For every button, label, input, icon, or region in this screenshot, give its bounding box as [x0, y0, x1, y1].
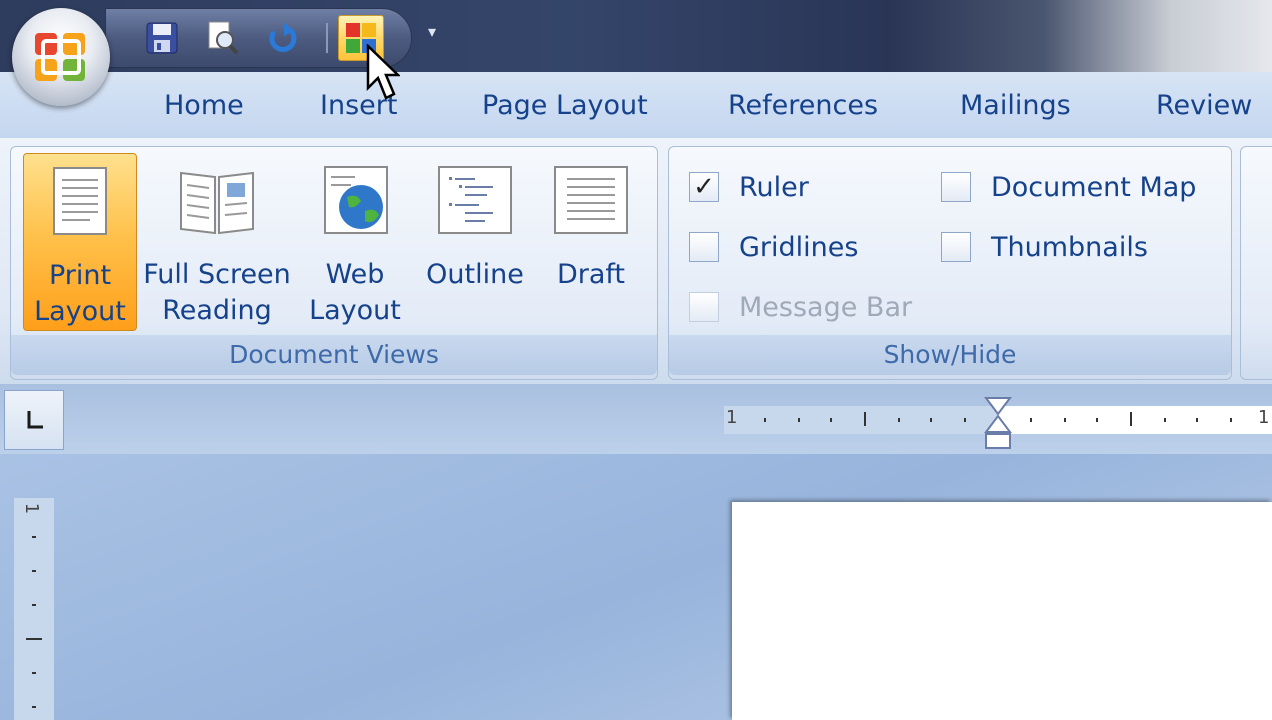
message-bar-label: Message Bar [739, 291, 913, 323]
label-line-1: Draft [556, 259, 626, 290]
outline-label: Outline [417, 257, 533, 293]
ruler-number-right: 1 [1258, 407, 1270, 428]
mouse-cursor-icon [366, 44, 400, 100]
document-map-label: Document Map [991, 171, 1197, 203]
customize-qat-button[interactable]: ▾ [428, 22, 436, 41]
tab-references[interactable]: References [728, 90, 878, 121]
tab-review[interactable]: Review [1156, 90, 1252, 121]
zoom-group-partial [1240, 146, 1272, 380]
ruler-tick [964, 418, 966, 422]
undo-button[interactable] [262, 18, 302, 58]
label-line-2: Reading [162, 295, 272, 326]
thumbnails-label: Thumbnails [991, 231, 1148, 263]
document-map-checkbox[interactable] [941, 172, 971, 202]
save-icon [146, 22, 178, 54]
ruler-tick [32, 536, 36, 538]
label-line-1: Web [325, 259, 385, 290]
tab-stop-selector[interactable] [4, 390, 64, 450]
draft-icon [554, 166, 628, 234]
ruler-tick [1064, 418, 1066, 422]
ruler-tick [1096, 418, 1098, 422]
ruler-tick [864, 412, 866, 426]
qat-separator [326, 23, 328, 53]
indent-marker-icon[interactable] [984, 396, 1012, 452]
ruler-tick [1230, 418, 1232, 422]
message-bar-checkbox [689, 292, 719, 322]
ruler-tick [32, 706, 36, 708]
office-logo-icon [35, 33, 85, 81]
document-views-group: Print Layout Full Screen Reading Web Lay… [10, 146, 658, 380]
gridlines-label: Gridlines [739, 231, 859, 263]
outline-icon [438, 166, 512, 234]
thumbnails-checkbox-row[interactable]: Thumbnails [941, 229, 1148, 265]
thumbnails-checkbox[interactable] [941, 232, 971, 262]
ribbon-tabs: Home Insert Page Layout References Maili… [0, 72, 1272, 138]
ruler-number-left: 1 [726, 407, 738, 428]
draft-button[interactable]: Draft [539, 153, 643, 329]
full-screen-reading-button[interactable]: Full Screen Reading [141, 153, 293, 329]
open-book-icon [180, 171, 254, 235]
tab-page-layout[interactable]: Page Layout [482, 90, 648, 121]
draft-label: Draft [539, 257, 643, 293]
left-tab-icon [27, 411, 43, 429]
label-line-1: Full Screen [143, 259, 291, 290]
ruler-tick [930, 418, 932, 422]
ruler-checkbox[interactable]: ✓ [689, 172, 719, 202]
ruler-label: Ruler [739, 171, 809, 203]
full-screen-reading-label: Full Screen Reading [141, 257, 293, 329]
print-preview-button[interactable] [202, 18, 242, 58]
print-layout-button[interactable]: Print Layout [23, 153, 137, 331]
ruler-tick [32, 570, 36, 572]
label-line-1: Outline [426, 259, 524, 290]
vertical-ruler[interactable]: 1 [14, 498, 54, 720]
document-map-checkbox-row[interactable]: Document Map [941, 169, 1196, 205]
tab-mailings[interactable]: Mailings [960, 90, 1071, 121]
save-button[interactable] [142, 18, 182, 58]
print-layout-icon [53, 167, 107, 235]
ruler-checkbox-row[interactable]: ✓ Ruler [689, 169, 809, 205]
web-layout-label: Web Layout [299, 257, 411, 329]
gridlines-checkbox[interactable] [689, 232, 719, 262]
office-button[interactable] [12, 8, 110, 106]
ruler-tick [764, 418, 766, 422]
ruler-tick [798, 418, 800, 422]
web-layout-icon [324, 166, 388, 234]
document-page[interactable] [732, 502, 1272, 720]
ruler-tick [1164, 418, 1166, 422]
ruler-tick [1196, 418, 1198, 422]
ribbon: Print Layout Full Screen Reading Web Lay… [0, 138, 1272, 384]
ruler-tick [26, 638, 42, 640]
gridlines-checkbox-row[interactable]: Gridlines [689, 229, 858, 265]
show-hide-group-label: Show/Hide [669, 335, 1231, 375]
label-line-2: Layout [34, 296, 126, 327]
print-layout-label: Print Layout [24, 258, 136, 330]
horizontal-ruler[interactable]: 1 1 [724, 397, 1272, 449]
label-line-2: Layout [309, 295, 401, 326]
web-layout-button[interactable]: Web Layout [299, 153, 411, 329]
ruler-tick [1130, 412, 1132, 426]
message-bar-checkbox-row: Message Bar [689, 289, 912, 325]
ruler-tick [32, 672, 36, 674]
print-preview-icon [208, 21, 239, 55]
ruler-tick [1030, 418, 1032, 422]
label-line-1: Print [48, 260, 112, 291]
checkmark-icon: ✓ [693, 172, 715, 202]
title-bar: ▾ [0, 0, 1272, 72]
ruler-tick [32, 604, 36, 606]
outline-button[interactable]: Outline [417, 153, 533, 329]
document-views-group-label: Document Views [11, 335, 657, 375]
undo-icon [269, 23, 297, 52]
ruler-tick [898, 418, 900, 422]
tab-home[interactable]: Home [164, 90, 244, 121]
show-hide-group: ✓ Ruler Gridlines Message Bar Document M… [668, 146, 1232, 380]
vertical-ruler-number: 1 [21, 502, 43, 515]
ruler-tick [830, 418, 832, 422]
